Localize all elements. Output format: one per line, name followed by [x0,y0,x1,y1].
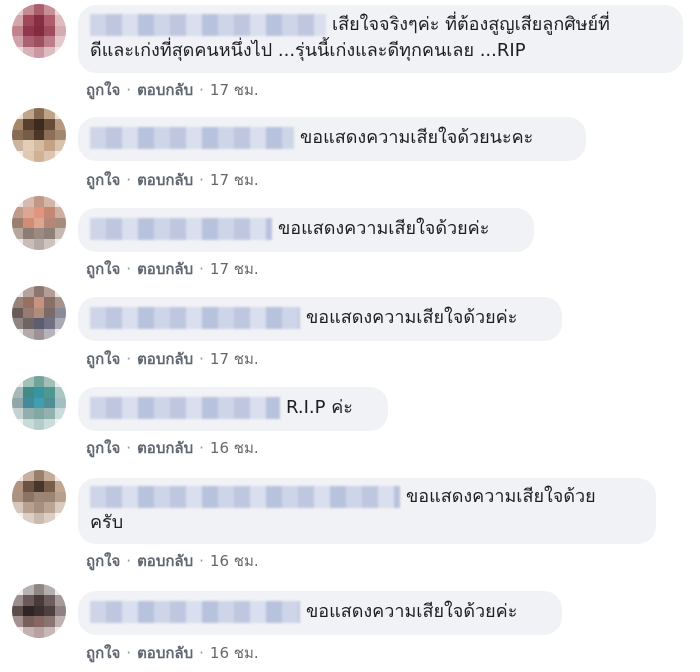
reply-link[interactable]: ตอบกลับ [137,552,193,570]
comment-text-line1: เสียใจจริงๆค่ะ ที่ต้องสูญเสียลูกศิษย์ที่ [90,12,669,38]
comment-bubble: ขอแสดงความเสียใจด้วย ครับ [78,478,656,544]
separator-dot: · [199,171,204,189]
comment-text: ขอแสดงความเสียใจด้วยค่ะ [278,218,490,239]
like-link[interactable]: ถูกใจ [86,350,120,368]
commenter-name[interactable] [90,397,280,419]
comment-actions: ถูกใจ · ตอบกลับ · 16 ชม. [86,549,259,573]
reply-link[interactable]: ตอบกลับ [137,644,193,662]
separator-dot: · [126,171,132,189]
separator-dot: · [126,552,132,570]
avatar[interactable] [12,376,66,430]
comment-text: ขอแสดงความเสียใจด้วยค่ะ [306,307,518,328]
separator-dot: · [199,81,204,99]
comment-actions: ถูกใจ · ตอบกลับ · 17 ชม. [86,168,259,192]
commenter-name[interactable] [90,307,300,329]
commenter-name[interactable] [90,127,294,149]
like-link[interactable]: ถูกใจ [86,171,120,189]
comment-text-line1: ขอแสดงความเสียใจด้วย [90,484,642,510]
timestamp[interactable]: 16 ชม. [210,439,259,457]
reply-link[interactable]: ตอบกลับ [137,171,193,189]
commenter-name[interactable] [90,14,326,36]
comment-text: ขอแสดงความเสียใจด้วยค่ะ [306,601,518,622]
avatar[interactable] [12,286,66,340]
reply-link[interactable]: ตอบกลับ [137,260,193,278]
comment-actions: ถูกใจ · ตอบกลับ · 16 ชม. [86,641,259,665]
comment-text-line2: ดีและเก่งที่สุดคนหนึ่งไป ...รุ่นนี้เก่งแ… [90,40,526,61]
comment-actions: ถูกใจ · ตอบกลับ · 17 ชม. [86,347,259,371]
avatar[interactable] [12,470,66,524]
timestamp[interactable]: 17 ชม. [210,171,259,189]
separator-dot: · [126,439,132,457]
avatar[interactable] [12,108,66,162]
separator-dot: · [126,260,132,278]
separator-dot: · [199,552,204,570]
reply-link[interactable]: ตอบกลับ [137,350,193,368]
like-link[interactable]: ถูกใจ [86,81,120,99]
separator-dot: · [126,81,132,99]
commenter-name[interactable] [90,601,300,623]
separator-dot: · [199,350,204,368]
like-link[interactable]: ถูกใจ [86,644,120,662]
comment-bubble: ขอแสดงความเสียใจด้วยค่ะ [78,208,534,252]
comment-bubble: R.I.P ค่ะ [78,387,388,431]
comment-actions: ถูกใจ · ตอบกลับ · 17 ชม. [86,78,259,102]
comment-bubble: ขอแสดงความเสียใจด้วยนะคะ [78,117,586,161]
timestamp[interactable]: 16 ชม. [210,644,259,662]
timestamp[interactable]: 16 ชม. [210,552,259,570]
separator-dot: · [199,644,204,662]
timestamp[interactable]: 17 ชม. [210,350,259,368]
commenter-name[interactable] [90,218,272,240]
separator-dot: · [199,439,204,457]
comment-bubble: เสียใจจริงๆค่ะ ที่ต้องสูญเสียลูกศิษย์ที่… [78,5,683,73]
timestamp[interactable]: 17 ชม. [210,81,259,99]
comment-text: R.I.P ค่ะ [286,397,353,418]
comment-text: ขอแสดงความเสียใจด้วยนะคะ [300,127,534,148]
avatar[interactable] [12,4,66,58]
timestamp[interactable]: 17 ชม. [210,260,259,278]
like-link[interactable]: ถูกใจ [86,439,120,457]
separator-dot: · [126,350,132,368]
comment-bubble: ขอแสดงความเสียใจด้วยค่ะ [78,297,562,341]
comment-bubble: ขอแสดงความเสียใจด้วยค่ะ [78,591,562,635]
reply-link[interactable]: ตอบกลับ [137,81,193,99]
avatar[interactable] [12,196,66,250]
like-link[interactable]: ถูกใจ [86,552,120,570]
comment-text-line2: ครับ [90,512,124,533]
commenter-name[interactable] [90,486,400,508]
separator-dot: · [199,260,204,278]
reply-link[interactable]: ตอบกลับ [137,439,193,457]
separator-dot: · [126,644,132,662]
avatar[interactable] [12,584,66,638]
like-link[interactable]: ถูกใจ [86,260,120,278]
comment-actions: ถูกใจ · ตอบกลับ · 16 ชม. [86,436,259,460]
comment-actions: ถูกใจ · ตอบกลับ · 17 ชม. [86,257,259,281]
